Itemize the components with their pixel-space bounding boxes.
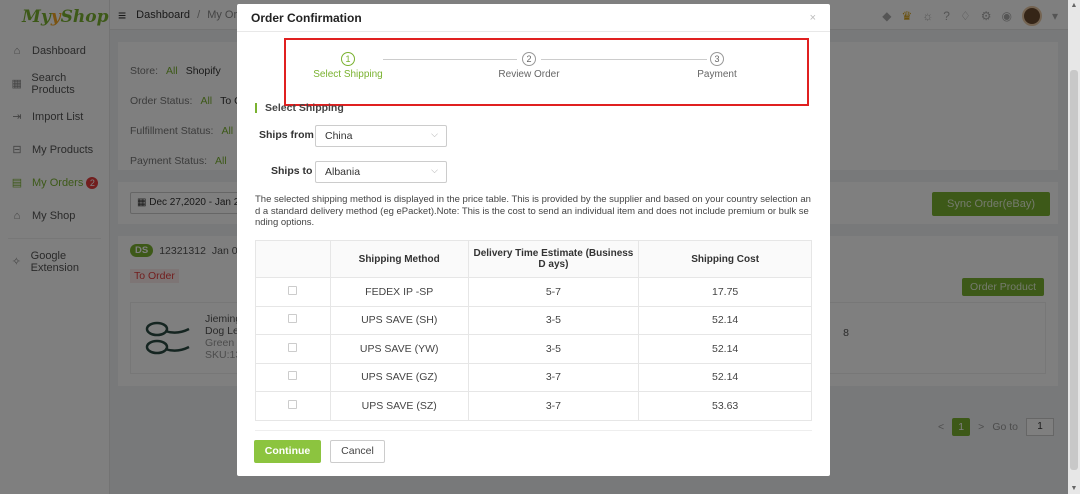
- chevron-down-icon: ⌵: [431, 129, 438, 139]
- table-row[interactable]: UPS SAVE (SZ) 3-7 53.63: [255, 391, 812, 421]
- step-number: 1: [341, 52, 355, 66]
- column-header-cost: Shipping Cost: [638, 240, 812, 278]
- row-checkbox[interactable]: [288, 399, 298, 409]
- table-header-row: Shipping Method Delivery Time Estimate (…: [255, 240, 812, 278]
- table-row[interactable]: FEDEX IP -SP 5-7 17.75: [255, 277, 812, 307]
- scroll-down-icon[interactable]: ▼: [1068, 485, 1080, 492]
- modal-title: Order Confirmation: [251, 11, 362, 25]
- section-title: Select Shipping: [255, 102, 344, 114]
- shipping-cost: 17.75: [638, 277, 812, 307]
- continue-button[interactable]: Continue: [254, 440, 321, 463]
- column-header-method: Shipping Method: [329, 240, 469, 278]
- step-label: Review Order: [498, 69, 560, 80]
- shipping-cost: 53.63: [638, 391, 812, 421]
- close-icon[interactable]: ×: [810, 12, 816, 24]
- step-select-shipping[interactable]: 1 Select Shipping: [298, 52, 398, 80]
- column-header-delivery-time: Delivery Time Estimate (Business D ays): [467, 240, 640, 278]
- shipping-method: FEDEX IP -SP: [329, 277, 469, 307]
- shipping-method: UPS SAVE (YW): [329, 334, 469, 364]
- step-label: Select Shipping: [313, 69, 383, 80]
- page-scrollbar[interactable]: ▲ ▼: [1068, 0, 1080, 494]
- steps-highlight-box: 1 Select Shipping 2 Review Order 3 Payme…: [284, 38, 809, 106]
- table-row[interactable]: UPS SAVE (YW) 3-5 52.14: [255, 334, 812, 364]
- shipping-cost: 52.14: [638, 362, 812, 392]
- chevron-down-icon: ⌵: [431, 165, 438, 175]
- shipping-cost: 52.14: [638, 334, 812, 364]
- delivery-time: 3-7: [467, 362, 640, 392]
- section-marker: [255, 103, 257, 113]
- scroll-up-icon[interactable]: ▲: [1068, 2, 1080, 9]
- shipping-method: UPS SAVE (SZ): [329, 391, 469, 421]
- row-checkbox[interactable]: [288, 342, 298, 352]
- table-row[interactable]: UPS SAVE (GZ) 3-7 52.14: [255, 362, 812, 392]
- row-checkbox[interactable]: [288, 314, 298, 324]
- delivery-time: 3-5: [467, 334, 640, 364]
- step-payment[interactable]: 3 Payment: [667, 52, 767, 80]
- step-label: Payment: [697, 69, 737, 80]
- delivery-time: 3-7: [467, 391, 640, 421]
- step-number: 2: [522, 52, 536, 66]
- row-checkbox[interactable]: [288, 371, 298, 381]
- row-checkbox[interactable]: [288, 285, 298, 295]
- order-confirmation-modal: Order Confirmation × 1 Select Shipping 2…: [237, 4, 830, 476]
- shipping-table: Shipping Method Delivery Time Estimate (…: [255, 240, 812, 421]
- shipping-method: UPS SAVE (GZ): [329, 362, 469, 392]
- delivery-time: 5-7: [467, 277, 640, 307]
- delivery-time: 3-5: [467, 305, 640, 335]
- ships-to-label: Ships to: [271, 165, 313, 177]
- step-number: 3: [710, 52, 724, 66]
- step-review-order[interactable]: 2 Review Order: [479, 52, 579, 80]
- footer-divider: [255, 430, 812, 431]
- modal-divider: [237, 31, 830, 32]
- cancel-button[interactable]: Cancel: [330, 440, 385, 463]
- shipping-notice: The selected shipping method is displaye…: [255, 194, 811, 228]
- shipping-method: UPS SAVE (SH): [329, 305, 469, 335]
- ships-to-select[interactable]: Albania ⌵: [315, 161, 447, 183]
- column-header-select: [255, 240, 331, 278]
- table-row[interactable]: UPS SAVE (SH) 3-5 52.14: [255, 305, 812, 335]
- ships-from-label: Ships from: [259, 129, 314, 141]
- scrollbar-thumb[interactable]: [1070, 70, 1078, 470]
- shipping-cost: 52.14: [638, 305, 812, 335]
- ships-from-select[interactable]: China ⌵: [315, 125, 447, 147]
